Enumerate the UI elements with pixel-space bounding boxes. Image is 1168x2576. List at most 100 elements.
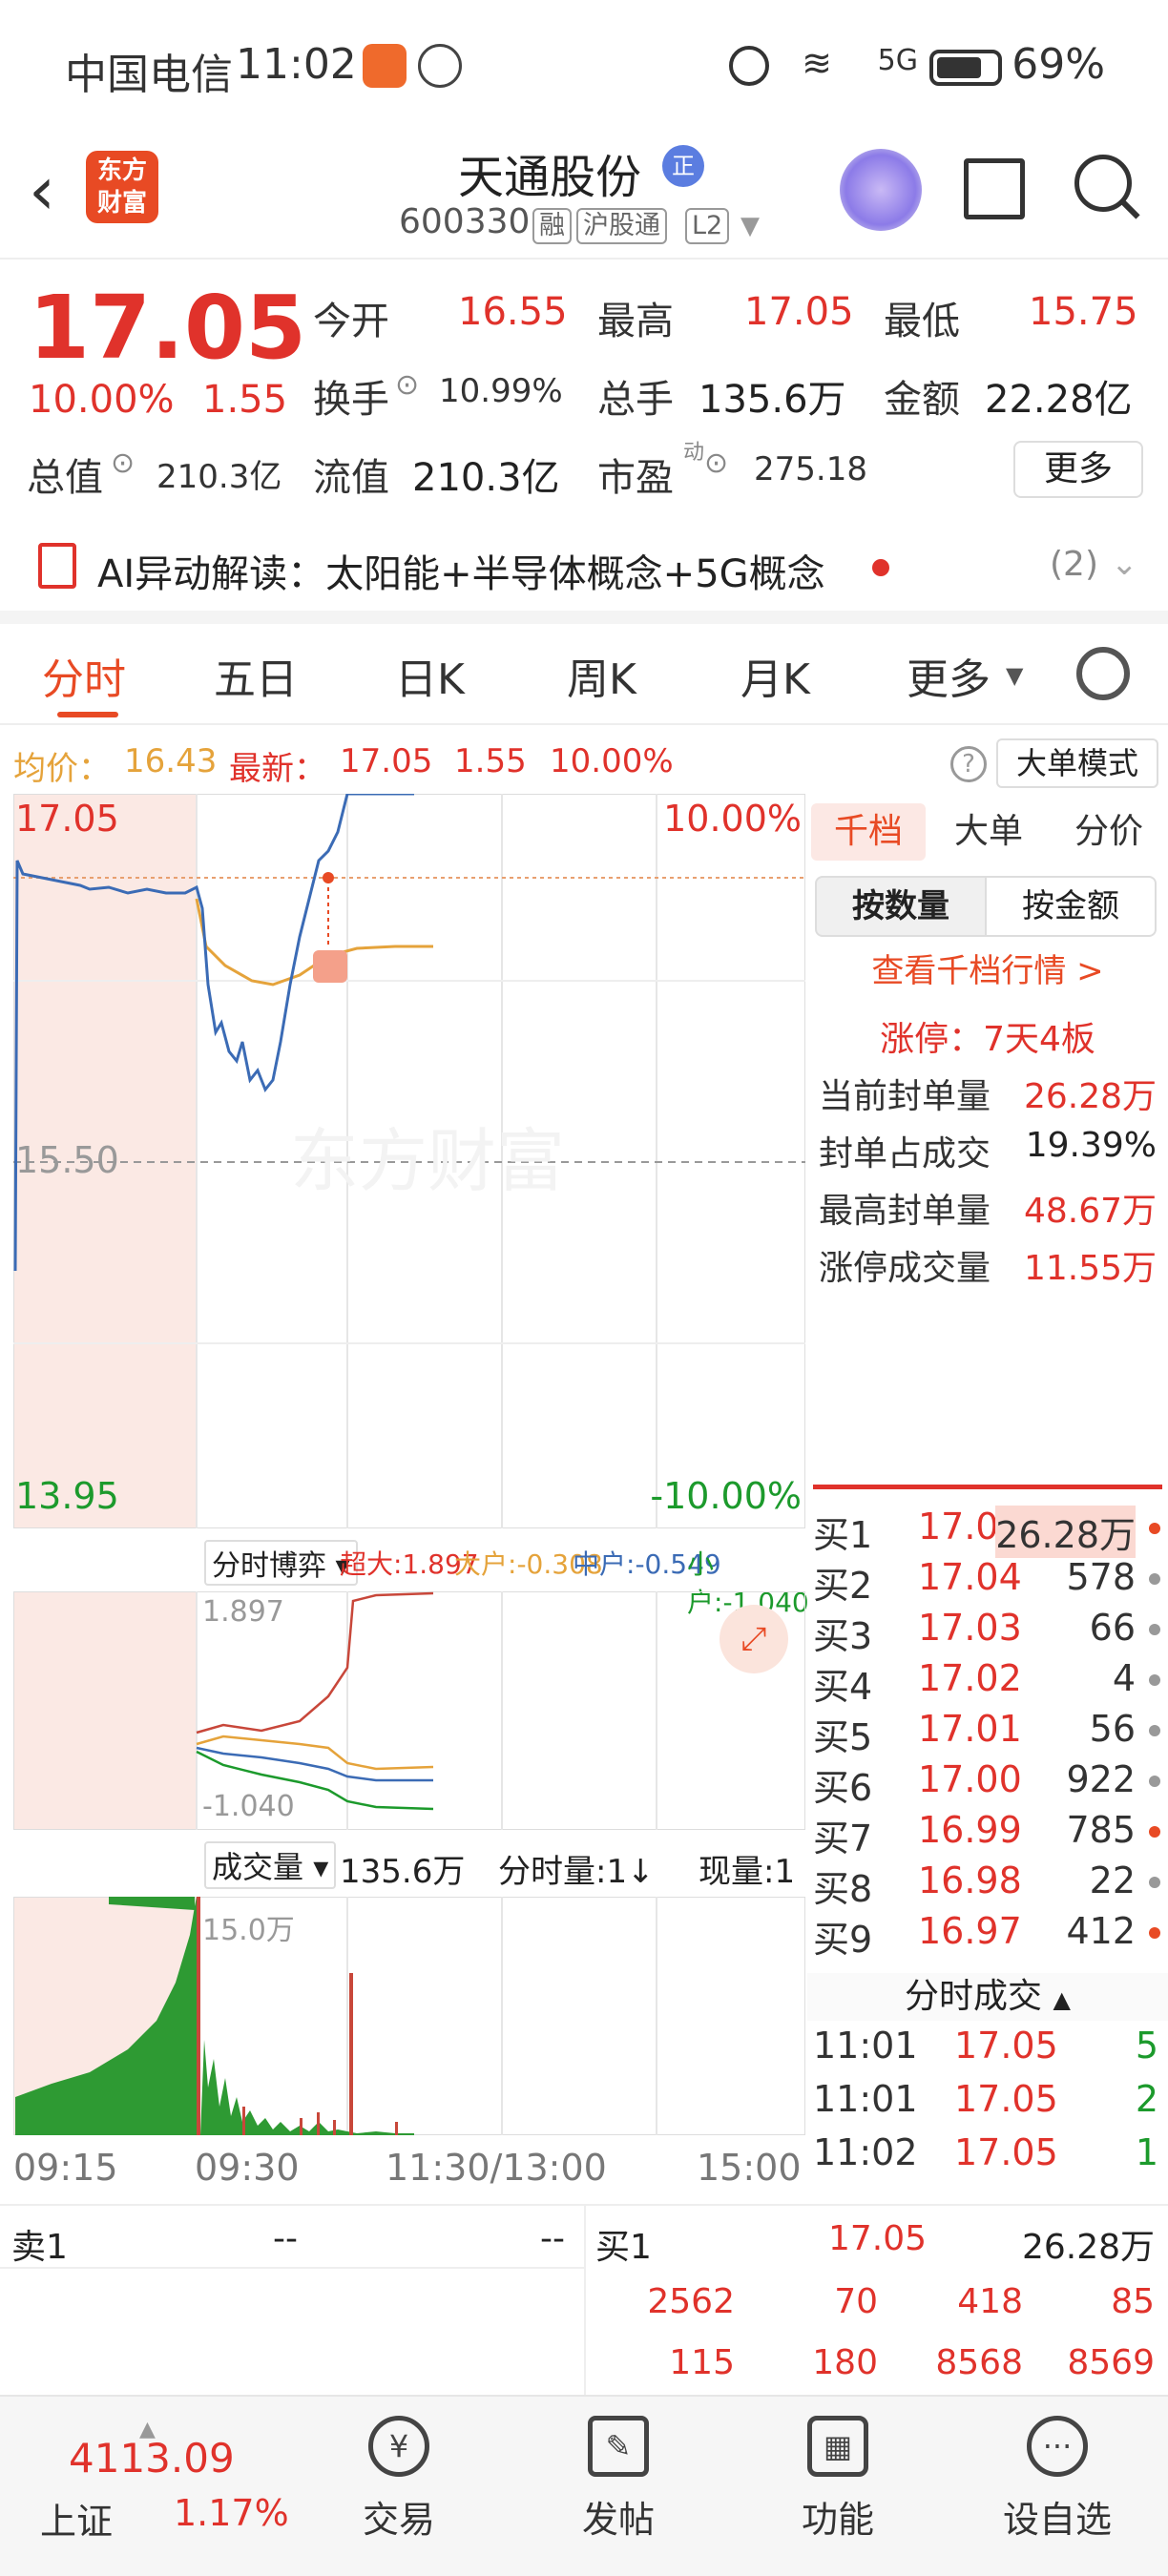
more-dots-icon: ··· <box>1027 2416 1088 2477</box>
tab-daily-k[interactable]: 日K <box>395 645 465 706</box>
queue-cell: 70 <box>834 2282 878 2321</box>
float-label: 流值 <box>313 456 389 500</box>
bid-volume: 22 <box>1089 1859 1136 1901</box>
more-button[interactable]: 更多 <box>1013 441 1143 498</box>
battery-icon <box>929 50 1002 86</box>
flow-chart[interactable]: 1.897 -1.040 ⤢ <box>12 1590 806 1831</box>
gear-icon[interactable] <box>1076 647 1130 700</box>
tab-weekly-k[interactable]: 周K <box>567 645 636 706</box>
turnover-value: 10.99% <box>439 372 563 410</box>
order-queue: 卖1 -- -- 买1 17.05 26.28万 2562 70 418 85 … <box>0 2204 1168 2397</box>
caret-up-icon: ▲ <box>1053 1986 1071 2013</box>
bid-volume: 578 <box>1066 1556 1136 1598</box>
current-volume: 现量:1 <box>699 1853 796 1891</box>
bid-label: 买8 <box>813 1868 873 1910</box>
tag-level2: L2 <box>685 208 730 244</box>
low-value: 15.75 <box>1029 290 1138 334</box>
index-pct: 1.17% <box>174 2492 289 2534</box>
buy-marker[interactable]: B <box>321 979 338 1008</box>
queue-cell: 115 <box>669 2343 735 2382</box>
bid-row[interactable]: 买3 17.03 66 <box>813 1607 1162 1657</box>
bid-dot <box>1149 1523 1160 1534</box>
bid-row[interactable]: 买1 17.05 26.28万 <box>813 1506 1162 1558</box>
trade-time: 11:02 <box>813 2131 918 2173</box>
price-info-line: 均价： 16.43 最新： 17.05 1.55 10.00% ? 大单模式 <box>0 735 1168 790</box>
flow-selector[interactable]: 分时博弈 ▾ <box>204 1540 358 1586</box>
intraday-chart[interactable]: 东方财富 17.05 10.00% 15.50 13.95 -10.00% B <box>12 792 806 1529</box>
bid-label: 买1 <box>813 1514 873 1556</box>
new-dot <box>872 559 889 576</box>
stat-value: 48.67万 <box>1023 1192 1157 1231</box>
ai-analysis-bar[interactable]: AI异动解读：太阳能+半导体概念+5G概念 (2) ⌄ <box>0 520 1168 615</box>
seg-by-amount[interactable]: 按金额 <box>985 876 1157 937</box>
low-label: 最低 <box>884 300 960 343</box>
flow-axis-bottom: -1.040 <box>202 1790 295 1823</box>
queue-cell: 8569 <box>1067 2343 1155 2382</box>
big-order-mode-button[interactable]: 大单模式 <box>996 738 1158 788</box>
bid-dot <box>1149 1877 1160 1888</box>
bid-row[interactable]: 买8 16.98 22 <box>813 1859 1162 1910</box>
volume-chart[interactable]: 15.0万 <box>12 1896 806 2136</box>
trades-header[interactable]: 分时成交 ▲ <box>807 1973 1168 2021</box>
tag-connect: 沪股通 <box>576 208 667 244</box>
mid-label: 中户: <box>573 1548 636 1580</box>
tab-intraday[interactable]: 分时 <box>42 645 126 706</box>
tab-more[interactable]: 更多 <box>907 645 991 706</box>
stat-label: 当前封单量 <box>819 1077 991 1116</box>
alarm-icon <box>729 46 769 86</box>
bid-row[interactable]: 买4 17.02 4 <box>813 1657 1162 1708</box>
chart-bottom-price: 13.95 <box>15 1475 119 1517</box>
nav-add-watchlist[interactable]: ··· 设自选 <box>981 2416 1134 2543</box>
info-icon[interactable]: ⊙ <box>111 447 135 480</box>
bid-row[interactable]: 买6 17.00 922 <box>813 1758 1162 1809</box>
time-axis: 09:15 09:30 11:30/13:00 15:00 <box>0 2137 807 2200</box>
nav-functions[interactable]: ▦ 功能 <box>761 2416 914 2543</box>
chevron-left-icon[interactable]: ‹ <box>29 157 55 224</box>
bid-row[interactable]: 买9 16.97 412 <box>813 1910 1162 1961</box>
bid-row[interactable]: 买5 17.01 56 <box>813 1708 1162 1758</box>
bid-row[interactable]: 买2 17.04 578 <box>813 1556 1162 1607</box>
bid-dot <box>1149 1573 1160 1585</box>
help-icon[interactable]: ? <box>950 746 987 782</box>
volume-selector[interactable]: 成交量 ▾ <box>204 1841 337 1889</box>
bid-dot <box>1149 1674 1160 1686</box>
ai-assistant-icon[interactable] <box>840 149 922 231</box>
index-name: 上证 <box>40 2501 114 2543</box>
info-icon[interactable]: ⊙ <box>395 368 419 402</box>
signal-icon: 5G <box>877 44 918 77</box>
expand-icon[interactable]: ⤢ <box>720 1605 788 1673</box>
queue-cell: 418 <box>957 2282 1023 2321</box>
volume-value: 135.6万 <box>699 378 846 422</box>
tab-five-day[interactable]: 五日 <box>214 645 298 706</box>
tab-monthly-k[interactable]: 月K <box>740 645 810 706</box>
nav-trade[interactable]: ¥ 交易 <box>323 2416 475 2543</box>
tab-big-order[interactable]: 大单 <box>931 803 1046 861</box>
stat-value: 19.39% <box>1025 1126 1157 1165</box>
active-tab-indicator <box>57 712 118 717</box>
tab-thousand-level[interactable]: 千档 <box>811 803 926 861</box>
chevron-down-icon[interactable]: ▼ <box>740 212 760 240</box>
trade-time: 11:01 <box>813 2025 918 2067</box>
share-icon[interactable] <box>964 158 1025 219</box>
index-ticker[interactable]: ▲ 4113.09 上证 1.17% <box>19 2418 296 2555</box>
volume-total: 135.6万 <box>340 1853 466 1891</box>
open-value: 16.55 <box>458 290 568 334</box>
chevron-down-icon[interactable]: ⌄ <box>1111 545 1138 583</box>
change-amount: 1.55 <box>202 378 288 422</box>
trade-row: 11:02 17.05 1 <box>813 2131 1162 2185</box>
edit-icon: ✎ <box>588 2416 649 2477</box>
trades-title: 分时成交 <box>905 1977 1043 2016</box>
bid-row[interactable]: 买7 16.99 785 <box>813 1809 1162 1859</box>
info-icon[interactable]: ⊙ <box>704 447 728 480</box>
nav-post[interactable]: ✎ 发帖 <box>542 2416 695 2543</box>
latest-value: 17.05 <box>340 742 433 780</box>
view-depth-link[interactable]: 查看千档行情 > <box>807 945 1168 991</box>
flow-chart-svg <box>12 1590 806 1831</box>
trade-row: 11:01 17.05 2 <box>813 2078 1162 2131</box>
seg-by-quantity[interactable]: 按数量 <box>815 876 987 937</box>
bid-volume: 785 <box>1066 1809 1136 1851</box>
bid-dot <box>1149 1725 1160 1736</box>
tab-price-dist[interactable]: 分价 <box>1052 803 1166 861</box>
tag-margin: 融 <box>532 208 572 244</box>
stock-header: ‹ 东方财富 天通股份 正 600330 融 沪股通 L2 ▼ <box>0 134 1168 260</box>
